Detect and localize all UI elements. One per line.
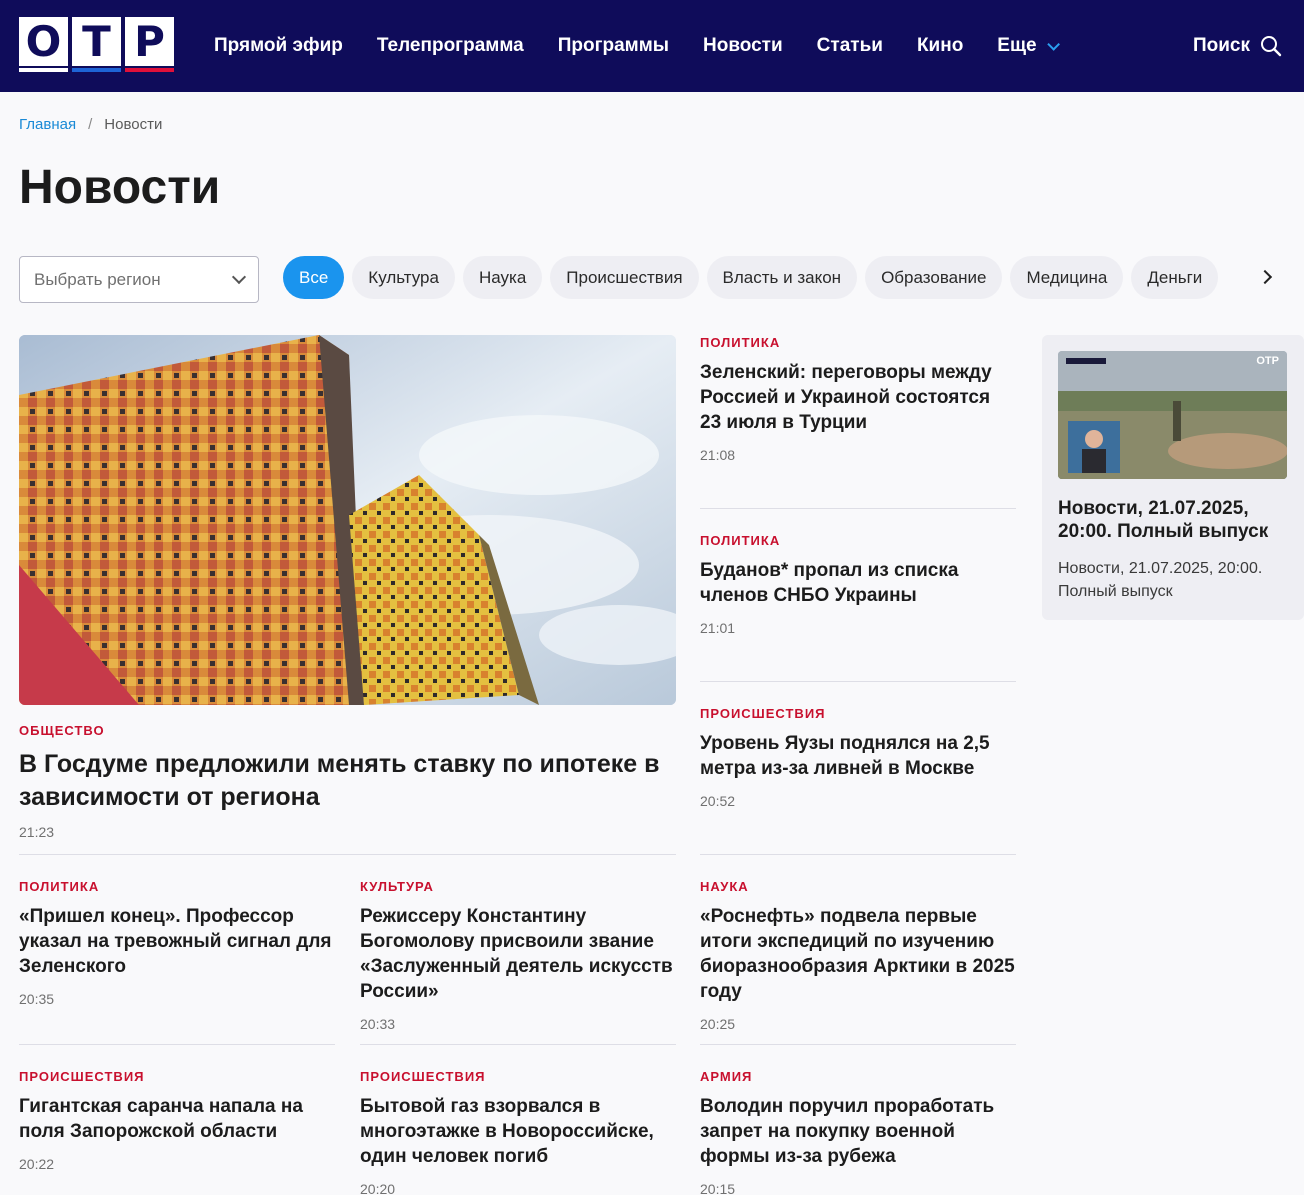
divider: [700, 508, 1016, 509]
nav-item-articles[interactable]: Статьи: [817, 35, 883, 57]
news-category[interactable]: Происшествия: [360, 1069, 676, 1084]
chip-money[interactable]: Деньги: [1131, 256, 1219, 299]
feature-time: 21:23: [19, 824, 55, 840]
news-item: Культура Режиссеру Константину Богомолов…: [360, 879, 676, 1032]
video-card[interactable]: ОТР Новости, 21.07.2025, 20:00. Полный в…: [1042, 335, 1304, 620]
feature-category[interactable]: Общество: [19, 723, 105, 738]
news-time: 20:25: [700, 1016, 736, 1032]
news-category[interactable]: Политика: [700, 533, 1016, 548]
news-time: 20:20: [360, 1181, 396, 1195]
logo-letter: Т: [72, 17, 121, 72]
chevron-right-icon: [1257, 269, 1273, 285]
chip-medicine[interactable]: Медицина: [1010, 256, 1124, 299]
news-category[interactable]: Происшествия: [700, 706, 1016, 721]
news-category[interactable]: Армия: [700, 1069, 1016, 1084]
divider: [19, 1044, 335, 1045]
news-item: Происшествия Уровень Яузы поднялся на 2,…: [700, 706, 1016, 809]
news-title[interactable]: Гигантская саранча напала на поля Запоро…: [19, 1094, 335, 1144]
news-title[interactable]: «Пришел конец». Профессор указал на трев…: [19, 904, 335, 979]
divider: [360, 1044, 676, 1045]
news-item: Политика Буданов* пропал из списка члено…: [700, 533, 1016, 636]
news-time: 20:35: [19, 991, 55, 1007]
breadcrumb-current: Новости: [104, 116, 163, 133]
region-select[interactable]: Выбрать регион: [19, 256, 259, 303]
news-item: Политика Зеленский: переговоры между Рос…: [700, 335, 1016, 463]
site-header: О Т Р Прямой эфир Телепрограмма Программ…: [0, 0, 1304, 92]
news-item: Политика «Пришел конец». Профессор указа…: [19, 879, 335, 1007]
news-item: Армия Володин поручил проработать запрет…: [700, 1069, 1016, 1195]
search-button[interactable]: Поиск: [1193, 0, 1282, 92]
divider: [19, 854, 676, 855]
news-item: Происшествия Бытовой газ взорвался в мно…: [360, 1069, 676, 1195]
chip-education[interactable]: Образование: [865, 256, 1003, 299]
news-time: 20:22: [19, 1156, 55, 1172]
video-card-title[interactable]: Новости, 21.07.2025, 20:00. Полный выпус…: [1058, 497, 1288, 543]
thumbnail-logo: ОТР: [1256, 355, 1279, 367]
nav-item-more[interactable]: Еще: [997, 35, 1060, 57]
nav-item-cinema[interactable]: Кино: [917, 35, 963, 57]
news-title[interactable]: Буданов* пропал из списка членов СНБО Ук…: [700, 558, 1016, 608]
news-time: 20:15: [700, 1181, 736, 1195]
chip-culture[interactable]: Культура: [352, 256, 455, 299]
breadcrumb-separator: /: [88, 116, 93, 133]
news-category[interactable]: Наука: [700, 879, 1016, 894]
search-icon: [1261, 36, 1282, 57]
news-category[interactable]: Культура: [360, 879, 676, 894]
news-title[interactable]: «Роснефть» подвела первые итоги экспедиц…: [700, 904, 1016, 1004]
video-thumbnail[interactable]: ОТР: [1058, 351, 1287, 479]
news-title[interactable]: Зеленский: переговоры между Россией и Ук…: [700, 360, 1016, 435]
news-time: 21:01: [700, 620, 736, 636]
nav-item-tv-schedule[interactable]: Телепрограмма: [377, 35, 524, 57]
nav-item-news[interactable]: Новости: [703, 35, 783, 57]
chevron-down-icon: [231, 269, 247, 285]
news-title[interactable]: Володин поручил проработать запрет на по…: [700, 1094, 1016, 1169]
news-time: 21:08: [700, 447, 736, 463]
feature-title[interactable]: В Госдуме предложили менять ставку по ип…: [19, 748, 676, 814]
news-time: 20:52: [700, 793, 736, 809]
news-category[interactable]: Происшествия: [19, 1069, 335, 1084]
chips-scroll-right-button[interactable]: [1250, 262, 1280, 292]
news-item: Наука «Роснефть» подвела первые итоги эк…: [700, 879, 1016, 1032]
breadcrumb: Главная / Новости: [19, 116, 162, 133]
divider: [700, 681, 1016, 682]
chip-incidents[interactable]: Происшествия: [550, 256, 699, 299]
logo-letter: О: [19, 17, 68, 72]
chip-power-law[interactable]: Власть и закон: [706, 256, 858, 299]
main-nav: Прямой эфир Телепрограмма Программы Ново…: [214, 0, 1090, 92]
feature-image[interactable]: [19, 335, 676, 705]
nav-item-programs[interactable]: Программы: [558, 35, 669, 57]
breadcrumb-home[interactable]: Главная: [19, 116, 76, 133]
divider: [700, 1044, 1016, 1045]
logo-letter: Р: [125, 17, 174, 72]
news-category[interactable]: Политика: [19, 879, 335, 894]
buildings-illustration: [19, 335, 676, 705]
news-title[interactable]: Бытовой газ взорвался в многоэтажке в Но…: [360, 1094, 676, 1169]
news-time: 20:33: [360, 1016, 396, 1032]
category-chips: Все Культура Наука Происшествия Власть и…: [283, 256, 1288, 299]
nav-item-live[interactable]: Прямой эфир: [214, 35, 343, 57]
divider: [700, 854, 1016, 855]
chevron-down-icon: [1046, 37, 1060, 51]
news-title[interactable]: Режиссеру Константину Богомолову присвои…: [360, 904, 676, 1004]
chip-science[interactable]: Наука: [462, 256, 543, 299]
page-title: Новости: [19, 161, 221, 214]
news-title[interactable]: Уровень Яузы поднялся на 2,5 метра из-за…: [700, 731, 1016, 781]
region-select-placeholder: Выбрать регион: [34, 269, 161, 289]
news-category[interactable]: Политика: [700, 335, 1016, 350]
chip-all[interactable]: Все: [283, 256, 345, 299]
video-card-subtitle: Новости, 21.07.2025, 20:00. Полный выпус…: [1058, 560, 1263, 600]
news-item: Происшествия Гигантская саранча напала н…: [19, 1069, 335, 1172]
otr-logo[interactable]: О Т Р: [19, 17, 174, 72]
search-label: Поиск: [1192, 35, 1250, 56]
video-still: [1058, 351, 1287, 479]
